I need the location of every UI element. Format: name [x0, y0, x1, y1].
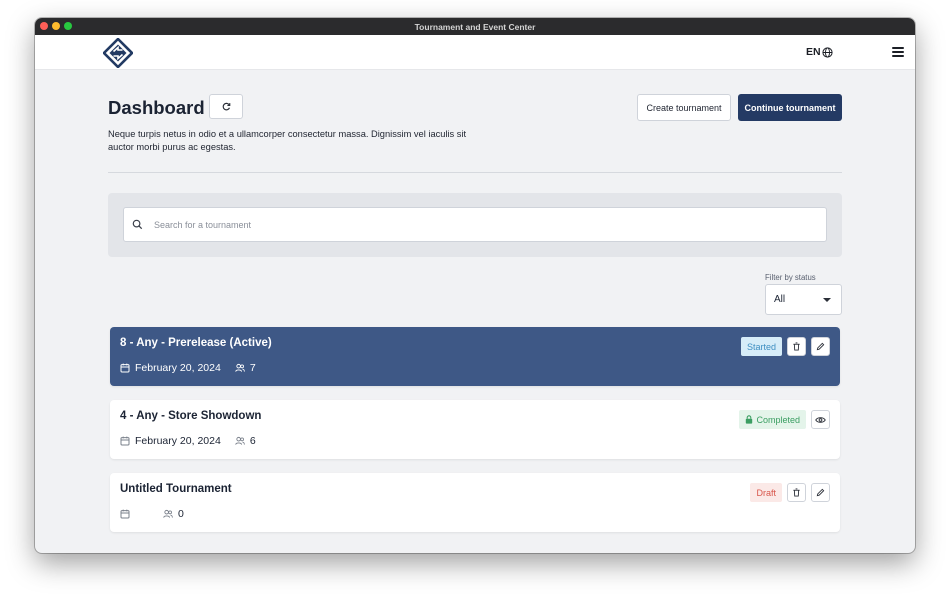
player-count: 0 — [178, 508, 184, 520]
tournament-card[interactable]: 8 - Any - Prerelease (Active) February 2… — [110, 327, 840, 386]
search-box[interactable] — [123, 207, 827, 242]
calendar-icon — [120, 509, 130, 519]
tournament-card[interactable]: 4 - Any - Store Showdown February 20, 20… — [110, 400, 840, 459]
status-badge: Completed — [739, 410, 806, 429]
search-icon — [132, 219, 143, 230]
page-title: Dashboard — [108, 97, 205, 118]
search-input[interactable] — [154, 219, 794, 230]
users-icon — [163, 509, 173, 519]
app-logo[interactable] — [103, 38, 133, 68]
title-bar: Tournament and Event Center — [35, 18, 915, 35]
pencil-icon — [816, 488, 825, 497]
pencil-icon — [816, 342, 825, 351]
page-description: Neque turpis netus in odio et a ullamcor… — [108, 129, 467, 152]
trash-icon — [793, 342, 800, 351]
users-icon — [235, 436, 245, 446]
status-badge: Started — [740, 337, 782, 356]
tournament-meta: 0 — [120, 508, 184, 520]
delete-button[interactable] — [787, 483, 806, 502]
divider — [108, 172, 842, 173]
refresh-icon — [222, 102, 230, 111]
tournament-date: February 20, 2024 — [135, 362, 221, 374]
tournament-name: 4 - Any - Store Showdown — [120, 410, 262, 422]
card-actions: Draft — [750, 483, 830, 502]
view-button[interactable] — [811, 410, 830, 429]
calendar-icon — [120, 436, 130, 446]
filter-label: Filter by status — [765, 273, 816, 282]
trash-icon — [793, 488, 800, 497]
refresh-button[interactable] — [209, 94, 243, 119]
status-badge-label: Completed — [756, 414, 800, 425]
continue-tournament-button[interactable]: Continue tournament — [738, 94, 842, 121]
status-filter-value: All — [774, 294, 786, 305]
delete-button[interactable] — [787, 337, 806, 356]
close-window-button[interactable] — [40, 22, 48, 30]
users-icon — [235, 363, 245, 373]
eye-icon — [815, 416, 826, 423]
card-actions: Completed — [739, 410, 830, 429]
card-actions: Started — [740, 337, 830, 356]
chevron-down-icon — [823, 297, 831, 302]
edit-button[interactable] — [811, 337, 830, 356]
app-window: Tournament and Event Center EN Dashboard — [35, 18, 915, 553]
maximize-window-button[interactable] — [64, 22, 72, 30]
tournament-name: Untitled Tournament — [120, 483, 232, 495]
globe-icon — [822, 46, 833, 58]
tournament-date: February 20, 2024 — [135, 435, 221, 447]
lock-icon — [746, 415, 753, 424]
status-badge: Draft — [750, 483, 782, 502]
search-panel — [108, 193, 842, 257]
status-filter-select[interactable]: All — [765, 284, 842, 315]
create-tournament-button[interactable]: Create tournament — [637, 94, 731, 121]
tournament-meta: February 20, 2024 7 — [120, 362, 256, 374]
hamburger-menu-icon[interactable] — [892, 47, 904, 57]
top-navigation: EN — [35, 35, 915, 70]
calendar-icon — [120, 363, 130, 373]
language-label: EN — [806, 46, 821, 58]
player-count: 6 — [249, 435, 256, 447]
language-switcher[interactable]: EN — [806, 46, 833, 58]
tournament-meta: February 20, 2024 6 — [120, 435, 256, 447]
tournament-name: 8 - Any - Prerelease (Active) — [120, 337, 272, 349]
window-controls — [40, 22, 72, 30]
player-count: 7 — [249, 362, 256, 374]
minimize-window-button[interactable] — [52, 22, 60, 30]
main-content: Dashboard Neque turpis netus in odio et … — [35, 70, 915, 553]
edit-button[interactable] — [811, 483, 830, 502]
tournament-card[interactable]: Untitled Tournament 0 Draft — [110, 473, 840, 532]
window-title: Tournament and Event Center — [414, 21, 536, 32]
